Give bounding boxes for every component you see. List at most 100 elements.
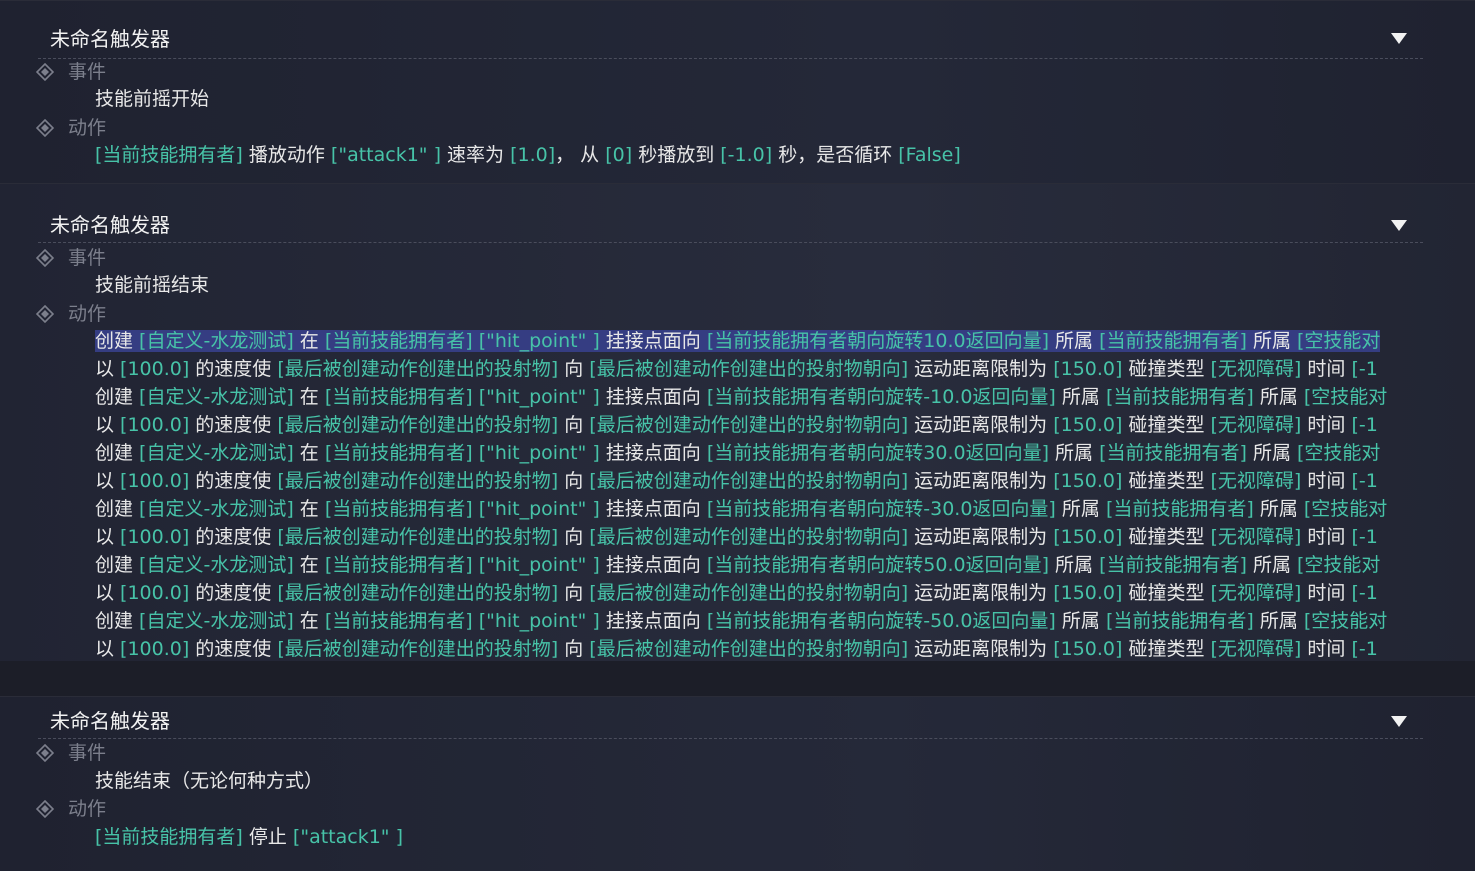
action-line[interactable]: 以 [100.0] 的速度使 [最后被创建动作创建出的投射物] 向 [最后被创建… <box>95 523 1425 551</box>
action-argument[interactable]: [150.0] <box>1053 638 1122 660</box>
action-argument[interactable]: ["attack1" ] <box>331 144 441 166</box>
action-line[interactable]: [当前技能拥有者] 停止 ["attack1" ] <box>95 823 1425 851</box>
action-argument[interactable]: [当前技能拥有者朝向旋转-50.0返回向量] <box>707 610 1056 632</box>
chevron-down-icon[interactable] <box>1391 33 1407 44</box>
action-argument[interactable]: [-1.0] <box>720 144 772 166</box>
action-argument[interactable]: [100.0] <box>120 638 189 660</box>
event-item[interactable]: 技能前摇结束 <box>95 271 1425 299</box>
action-argument[interactable]: ["hit_point" ] <box>473 330 600 352</box>
action-argument[interactable]: [最后被创建动作创建出的投射物] <box>277 582 558 604</box>
action-argument[interactable]: [当前技能拥有者] <box>325 330 473 352</box>
trigger-title[interactable]: 未命名触发器 <box>50 25 170 53</box>
action-argument[interactable]: [当前技能拥有者] <box>1099 442 1247 464</box>
action-argument[interactable]: [100.0] <box>120 414 189 436</box>
action-argument[interactable]: [1.0] <box>510 144 555 166</box>
action-argument[interactable]: [当前技能拥有者] <box>1106 610 1254 632</box>
action-line[interactable]: 创建 [自定义-水龙测试] 在 [当前技能拥有者] ["hit_point" ]… <box>95 383 1425 411</box>
action-argument[interactable]: [无视障碍] <box>1211 358 1302 380</box>
action-argument[interactable]: [当前技能拥有者朝向旋转30.0返回向量] <box>707 442 1049 464</box>
trigger-title[interactable]: 未命名触发器 <box>50 211 170 239</box>
action-argument[interactable]: [150.0] <box>1053 582 1122 604</box>
trigger-title[interactable]: 未命名触发器 <box>50 707 170 735</box>
action-argument[interactable]: [最后被创建动作创建出的投射物] <box>277 358 558 380</box>
action-argument[interactable]: [最后被创建动作创建出的投射物朝向] <box>589 526 908 548</box>
action-argument[interactable]: [当前技能拥有者] <box>1106 498 1254 520</box>
action-line[interactable]: 创建 [自定义-水龙测试] 在 [当前技能拥有者] ["hit_point" ]… <box>95 439 1425 467</box>
action-argument[interactable]: ["attack1" ] <box>293 826 403 848</box>
action-argument[interactable]: [无视障碍] <box>1211 582 1302 604</box>
action-argument[interactable]: [当前技能拥有者] <box>325 498 473 520</box>
action-argument[interactable]: [无视障碍] <box>1211 414 1302 436</box>
action-argument[interactable]: [空技能对 <box>1304 610 1387 632</box>
action-argument[interactable]: ["hit_point" ] <box>473 554 600 576</box>
action-argument[interactable]: [空技能对 <box>1304 386 1387 408</box>
action-argument[interactable]: [当前技能拥有者] <box>325 554 473 576</box>
action-line[interactable]: 以 [100.0] 的速度使 [最后被创建动作创建出的投射物] 向 [最后被创建… <box>95 411 1425 439</box>
action-argument[interactable]: [当前技能拥有者朝向旋转10.0返回向量] <box>707 330 1049 352</box>
action-line[interactable]: 创建 [自定义-水龙测试] 在 [当前技能拥有者] ["hit_point" ]… <box>95 495 1425 523</box>
action-argument[interactable]: [自定义-水龙测试] <box>139 498 294 520</box>
action-argument[interactable]: [-1 <box>1351 526 1377 548</box>
action-argument[interactable]: [自定义-水龙测试] <box>139 442 294 464</box>
action-argument[interactable]: [最后被创建动作创建出的投射物] <box>277 414 558 436</box>
action-argument[interactable]: [0] <box>605 144 632 166</box>
action-argument[interactable]: [无视障碍] <box>1211 638 1302 660</box>
action-argument[interactable]: [-1 <box>1351 582 1377 604</box>
action-argument[interactable]: [当前技能拥有者] <box>95 826 243 848</box>
action-argument[interactable]: [无视障碍] <box>1211 526 1302 548</box>
action-argument[interactable]: [150.0] <box>1053 470 1122 492</box>
action-argument[interactable]: [最后被创建动作创建出的投射物朝向] <box>589 414 908 436</box>
action-argument[interactable]: ["hit_point" ] <box>473 442 600 464</box>
action-argument[interactable]: [100.0] <box>120 582 189 604</box>
action-argument[interactable]: [-1 <box>1351 470 1377 492</box>
action-argument[interactable]: [当前技能拥有者] <box>1106 386 1254 408</box>
action-argument[interactable]: [150.0] <box>1053 414 1122 436</box>
action-argument[interactable]: [100.0] <box>120 526 189 548</box>
action-argument[interactable]: [最后被创建动作创建出的投射物朝向] <box>589 470 908 492</box>
action-line[interactable]: 以 [100.0] 的速度使 [最后被创建动作创建出的投射物] 向 [最后被创建… <box>95 467 1425 495</box>
action-argument[interactable]: [最后被创建动作创建出的投射物] <box>277 470 558 492</box>
event-item[interactable]: 技能结束（无论何种方式） <box>95 767 1425 795</box>
action-argument[interactable]: [当前技能拥有者朝向旋转50.0返回向量] <box>707 554 1049 576</box>
action-argument[interactable]: ["hit_point" ] <box>473 386 600 408</box>
action-argument[interactable]: [当前技能拥有者朝向旋转-10.0返回向量] <box>707 386 1056 408</box>
action-argument[interactable]: [150.0] <box>1053 526 1122 548</box>
action-argument[interactable]: [100.0] <box>120 470 189 492</box>
action-argument[interactable]: [自定义-水龙测试] <box>139 386 294 408</box>
action-argument[interactable]: [空技能对 <box>1297 554 1380 576</box>
action-argument[interactable]: [无视障碍] <box>1211 470 1302 492</box>
action-argument[interactable]: [最后被创建动作创建出的投射物朝向] <box>589 582 908 604</box>
action-argument[interactable]: [最后被创建动作创建出的投射物朝向] <box>589 358 908 380</box>
action-argument[interactable]: [当前技能拥有者] <box>95 144 243 166</box>
action-argument[interactable]: [-1 <box>1351 358 1377 380</box>
action-argument[interactable]: [最后被创建动作创建出的投射物朝向] <box>589 638 908 660</box>
action-argument[interactable]: ["hit_point" ] <box>473 498 600 520</box>
action-argument[interactable]: [最后被创建动作创建出的投射物] <box>277 526 558 548</box>
action-argument[interactable]: [自定义-水龙测试] <box>139 610 294 632</box>
action-argument[interactable]: [当前技能拥有者] <box>325 386 473 408</box>
action-argument[interactable]: [空技能对 <box>1304 498 1387 520</box>
action-argument[interactable]: [最后被创建动作创建出的投射物] <box>277 638 558 660</box>
action-argument[interactable]: ["hit_point" ] <box>473 610 600 632</box>
action-argument[interactable]: [100.0] <box>120 358 189 380</box>
chevron-down-icon[interactable] <box>1391 220 1407 231</box>
action-line[interactable]: [当前技能拥有者] 播放动作 ["attack1" ] 速率为 [1.0]， 从… <box>95 141 1425 169</box>
action-line-selected[interactable]: 创建 [自定义-水龙测试] 在 [当前技能拥有者] ["hit_point" ]… <box>95 327 1425 355</box>
action-argument[interactable]: [自定义-水龙测试] <box>139 330 294 352</box>
action-line[interactable]: 创建 [自定义-水龙测试] 在 [当前技能拥有者] ["hit_point" ]… <box>95 551 1425 579</box>
action-argument[interactable]: [空技能对 <box>1297 330 1380 352</box>
action-argument[interactable]: [当前技能拥有者] <box>325 610 473 632</box>
action-line[interactable]: 以 [100.0] 的速度使 [最后被创建动作创建出的投射物] 向 [最后被创建… <box>95 635 1425 663</box>
action-argument[interactable]: [-1 <box>1351 638 1377 660</box>
action-argument[interactable]: [当前技能拥有者] <box>325 442 473 464</box>
event-item[interactable]: 技能前摇开始 <box>95 85 1425 113</box>
action-argument[interactable]: [当前技能拥有者] <box>1099 330 1247 352</box>
action-line[interactable]: 以 [100.0] 的速度使 [最后被创建动作创建出的投射物] 向 [最后被创建… <box>95 355 1425 383</box>
action-argument[interactable]: [自定义-水龙测试] <box>139 554 294 576</box>
action-line[interactable]: 以 [100.0] 的速度使 [最后被创建动作创建出的投射物] 向 [最后被创建… <box>95 579 1425 607</box>
action-argument[interactable]: [空技能对 <box>1297 442 1380 464</box>
action-argument[interactable]: [150.0] <box>1053 358 1122 380</box>
action-argument[interactable]: [-1 <box>1351 414 1377 436</box>
action-argument[interactable]: [当前技能拥有者] <box>1099 554 1247 576</box>
action-argument[interactable]: [False] <box>898 144 961 166</box>
